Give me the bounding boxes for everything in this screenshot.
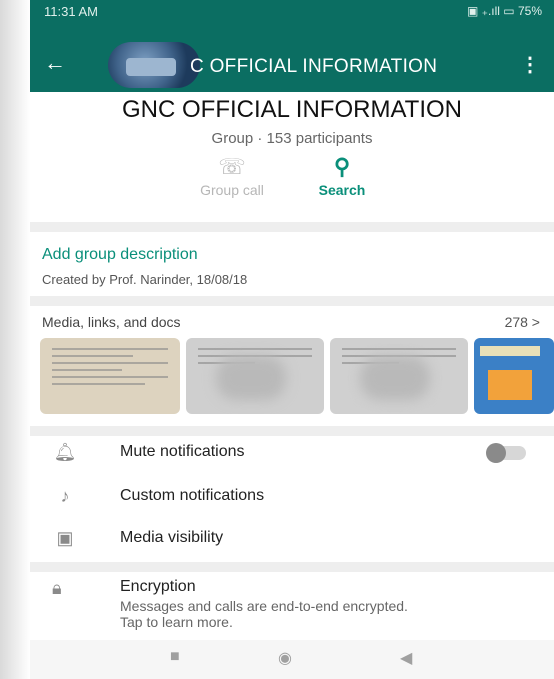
add-call-icon: ☏ xyxy=(218,154,246,179)
mute-notifications-row[interactable]: 🔔︎ Mute notifications xyxy=(30,434,554,476)
add-group-description-link[interactable]: Add group description xyxy=(42,246,247,264)
created-by-text: Created by Prof. Narinder, 18/08/18 xyxy=(42,272,248,287)
system-navbar: ■ ◉ ◀ xyxy=(30,640,554,679)
mute-toggle[interactable] xyxy=(486,443,526,463)
search-label: Search xyxy=(318,182,366,198)
media-visibility-row[interactable]: ▣ Media visibility xyxy=(30,520,554,562)
media-visibility-label: Media visibility xyxy=(120,529,224,546)
media-thumbnail[interactable] xyxy=(186,338,324,414)
search-button[interactable]: ⚲ Search xyxy=(292,152,392,198)
mute-notifications-label: Mute notifications xyxy=(120,443,245,460)
media-count[interactable]: 278 > xyxy=(505,314,540,330)
group-header: GNC OFFICIAL INFORMATION Group · 153 par… xyxy=(30,92,554,222)
media-thumbnail[interactable] xyxy=(330,338,468,414)
status-bar: 11:31 AM ▣ ₊.ıll ▭ 75% xyxy=(30,0,554,38)
group-subtitle: Group · 153 participants xyxy=(211,130,373,147)
bell-icon: 🔔︎ xyxy=(53,442,77,462)
app-bar-title: C OFFICIAL INFORMATION xyxy=(190,56,438,77)
status-time: 11:31 AM xyxy=(44,4,98,19)
image-icon: ▣ xyxy=(56,528,74,548)
group-call-label: Group call xyxy=(200,182,264,198)
arrow-left-icon[interactable]: ← xyxy=(44,50,66,76)
circle-icon[interactable]: ◉ xyxy=(278,648,292,668)
group-avatar[interactable] xyxy=(108,42,200,88)
group-call-button[interactable]: ☏ Group call xyxy=(182,152,282,198)
search-icon: ⚲ xyxy=(333,154,351,179)
triangle-back-icon[interactable]: ◀ xyxy=(400,648,412,668)
media-thumbnails xyxy=(40,338,554,414)
media-title[interactable]: Media, links, and docs xyxy=(42,314,181,330)
custom-notifications-label: Custom notifications xyxy=(120,487,265,504)
encryption-text: Messages and calls are end-to-end encryp… xyxy=(120,598,408,630)
phone-screen: 11:31 AM ▣ ₊.ıll ▭ 75% ← C OFFICIAL INFO… xyxy=(30,0,554,679)
media-thumbnail[interactable] xyxy=(40,338,180,414)
divider xyxy=(30,296,554,306)
custom-notifications-row[interactable]: ♪ Custom notifications xyxy=(30,478,554,520)
group-name: GNC OFFICIAL INFORMATION xyxy=(122,96,462,123)
lock-icon: 🔒︎ xyxy=(52,578,62,598)
more-vertical-icon[interactable]: ⋮ xyxy=(520,52,540,77)
media-section: Media, links, and docs 278 > xyxy=(30,306,554,424)
description-section: Add group description Created by Prof. N… xyxy=(42,246,247,287)
app-bar: ← C OFFICIAL INFORMATION ⋮ xyxy=(30,38,554,92)
divider xyxy=(30,222,554,232)
square-icon[interactable]: ■ xyxy=(170,648,180,666)
edge-shadow xyxy=(0,0,30,679)
encryption-title: Encryption xyxy=(120,578,196,595)
group-actions: ☏ Group call ⚲ Search xyxy=(30,152,554,212)
screenshot-frame: 11:31 AM ▣ ₊.ıll ▭ 75% ← C OFFICIAL INFO… xyxy=(0,0,554,679)
music-note-icon: ♪ xyxy=(60,486,70,506)
encryption-row[interactable]: 🔒︎ Encryption Messages and calls are end… xyxy=(30,570,554,636)
media-thumbnail[interactable] xyxy=(474,338,554,414)
status-indicators: ▣ ₊.ıll ▭ 75% xyxy=(466,4,542,18)
